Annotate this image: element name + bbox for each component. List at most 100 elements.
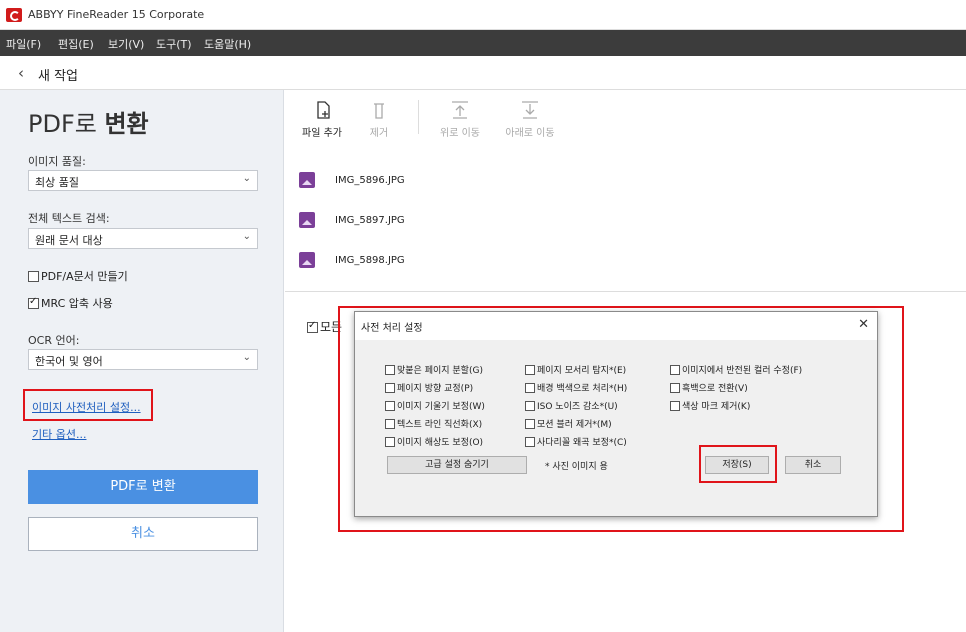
- toolbar-divider: [418, 100, 419, 134]
- list-item[interactable]: IMG_5897.JPG: [299, 212, 499, 234]
- preprocess-dialog: 사전 처리 설정 ✕ 맞붙은 페이지 분할(G) 페이지 방향 교정(P) 이미…: [354, 311, 878, 517]
- ocr-language-label: OCR 언어:: [28, 334, 80, 347]
- ocr-language-value: 한국어 및 영어: [35, 355, 103, 368]
- option-checkbox[interactable]: 텍스트 라인 직선화(X): [385, 417, 482, 430]
- checkbox-icon[interactable]: [670, 401, 680, 411]
- text-search-select[interactable]: 원래 문서 대상 ⌄: [28, 228, 258, 249]
- preprocess-settings-link[interactable]: 이미지 사전처리 설정...: [32, 399, 141, 415]
- option-checkbox[interactable]: 이미지 해상도 보정(O): [385, 435, 483, 448]
- option-checkbox[interactable]: 페이지 방향 교정(P): [385, 381, 473, 394]
- checkbox-icon[interactable]: [525, 383, 535, 393]
- nav-bar: ‹ 새 작업: [0, 56, 966, 90]
- option-label: 텍스트 라인 직선화(X): [397, 420, 483, 430]
- chevron-down-icon: ⌄: [242, 173, 251, 184]
- menu-tools[interactable]: 도구(T): [156, 36, 192, 52]
- chevron-down-icon: ⌄: [242, 352, 251, 363]
- menu-file[interactable]: 파일(F): [6, 36, 41, 52]
- option-label: 모션 블러 제거*(M): [537, 420, 612, 430]
- remove-button[interactable]: 제거: [359, 100, 399, 139]
- ocr-language-select[interactable]: 한국어 및 영어 ⌄: [28, 349, 258, 370]
- option-label: 페이지 모서리 탐지*(E): [537, 366, 627, 376]
- option-checkbox[interactable]: 이미지 기울기 보정(W): [385, 399, 485, 412]
- menu-help[interactable]: 도움말(H): [204, 36, 251, 52]
- move-down-button[interactable]: 아래로 이동: [497, 100, 563, 139]
- checkbox-icon[interactable]: [525, 419, 535, 429]
- image-file-icon: [299, 212, 315, 228]
- option-checkbox[interactable]: 페이지 모서리 탐지*(E): [525, 363, 626, 376]
- pdfa-checkbox[interactable]: PDF/A문서 만들기: [28, 268, 128, 284]
- image-quality-value: 최상 품질: [35, 176, 79, 189]
- page-title: PDF로 변환: [28, 104, 149, 139]
- file-name: IMG_5897.JPG: [335, 215, 405, 226]
- checkbox-icon[interactable]: [385, 437, 395, 447]
- checkbox-icon[interactable]: [525, 365, 535, 375]
- list-item[interactable]: IMG_5898.JPG: [299, 252, 499, 274]
- menu-bar: 파일(F) 편집(E) 보기(V) 도구(T) 도움말(H): [0, 30, 966, 56]
- dialog-cancel-button[interactable]: 취소: [785, 456, 841, 474]
- checkbox-checked-icon[interactable]: [307, 320, 318, 333]
- option-checkbox[interactable]: 흑백으로 전환(V): [670, 381, 748, 394]
- checkbox-icon[interactable]: [28, 271, 39, 282]
- pdfa-label: PDF/A문서 만들기: [41, 270, 128, 283]
- convert-pdf-button[interactable]: PDF로 변환: [28, 470, 258, 504]
- option-label: 배경 백색으로 처리*(H): [537, 384, 628, 394]
- checkbox-icon[interactable]: [385, 401, 395, 411]
- option-label: 이미지 해상도 보정(O): [397, 438, 484, 448]
- checkbox-icon[interactable]: [525, 437, 535, 447]
- menu-view[interactable]: 보기(V): [108, 36, 144, 52]
- abbyy-logo-icon: [6, 8, 22, 22]
- add-file-icon: [317, 101, 330, 119]
- close-icon[interactable]: ✕: [858, 317, 869, 332]
- hide-advanced-button[interactable]: 고급 설정 숨기기: [387, 456, 527, 474]
- option-checkbox[interactable]: 모션 블러 제거*(M): [525, 417, 612, 430]
- image-file-icon: [299, 172, 315, 188]
- other-options-link[interactable]: 기타 옵션...: [32, 426, 86, 442]
- option-checkbox[interactable]: 맞붙은 페이지 분할(G): [385, 363, 483, 376]
- option-label: 사다리꼴 왜곡 보정*(C): [537, 438, 627, 448]
- move-up-icon: [452, 101, 468, 119]
- option-label: 페이지 방향 교정(P): [397, 384, 474, 394]
- chevron-left-icon[interactable]: ‹: [18, 64, 24, 82]
- cancel-button[interactable]: 취소: [28, 517, 258, 551]
- image-quality-label: 이미지 품질:: [28, 155, 86, 168]
- chevron-down-icon: ⌄: [242, 231, 251, 242]
- add-file-button[interactable]: 파일 추가: [297, 100, 347, 139]
- save-button[interactable]: 저장(S): [705, 456, 769, 474]
- title-bar: ABBYY FineReader 15 Corporate: [0, 0, 966, 30]
- option-checkbox[interactable]: 사다리꼴 왜곡 보정*(C): [525, 435, 627, 448]
- option-checkbox[interactable]: 배경 백색으로 처리*(H): [525, 381, 627, 394]
- file-name: IMG_5898.JPG: [335, 255, 405, 266]
- dialog-title-bar: 사전 처리 설정 ✕: [355, 312, 877, 340]
- checkbox-icon[interactable]: [385, 383, 395, 393]
- checkbox-icon[interactable]: [385, 419, 395, 429]
- checkbox-icon[interactable]: [670, 383, 680, 393]
- move-up-label: 위로 이동: [440, 128, 480, 139]
- page-title-prefix: PDF로: [28, 110, 105, 138]
- toolbar: 파일 추가 제거 위로 이동 아래로 이동: [285, 90, 966, 152]
- option-label: 맞붙은 페이지 분할(G): [397, 366, 483, 376]
- list-item[interactable]: IMG_5896.JPG: [299, 172, 499, 194]
- text-search-value: 원래 문서 대상: [35, 234, 103, 247]
- trash-icon: [374, 103, 384, 119]
- option-label: ISO 노이즈 감소*(U): [537, 402, 618, 412]
- file-list: IMG_5896.JPG IMG_5897.JPG IMG_5898.JPG: [285, 152, 966, 292]
- option-label: 이미지에서 반전된 컬러 수정(F): [682, 366, 803, 376]
- option-checkbox[interactable]: ISO 노이즈 감소*(U): [525, 399, 618, 412]
- menu-edit[interactable]: 편집(E): [58, 36, 94, 52]
- checkbox-icon[interactable]: [525, 401, 535, 411]
- new-task-label[interactable]: 새 작업: [38, 65, 78, 84]
- window-title: ABBYY FineReader 15 Corporate: [28, 8, 205, 21]
- all-pages-checkbox[interactable]: 모든: [307, 318, 342, 335]
- image-quality-select[interactable]: 최상 품질 ⌄: [28, 170, 258, 191]
- checkbox-icon[interactable]: [385, 365, 395, 375]
- mrc-label: MRC 압축 사용: [41, 297, 113, 310]
- checkbox-checked-icon[interactable]: [28, 296, 39, 309]
- left-panel: PDF로 변환 이미지 품질: 최상 품질 ⌄ 전체 텍스트 검색: 원래 문서 …: [0, 90, 284, 632]
- checkbox-icon[interactable]: [670, 365, 680, 375]
- move-up-button[interactable]: 위로 이동: [429, 100, 491, 139]
- mrc-checkbox[interactable]: MRC 압축 사용: [28, 295, 113, 311]
- option-checkbox[interactable]: 이미지에서 반전된 컬러 수정(F): [670, 363, 802, 376]
- move-down-label: 아래로 이동: [505, 128, 555, 139]
- option-checkbox[interactable]: 색상 마크 제거(K): [670, 399, 750, 412]
- image-file-icon: [299, 252, 315, 268]
